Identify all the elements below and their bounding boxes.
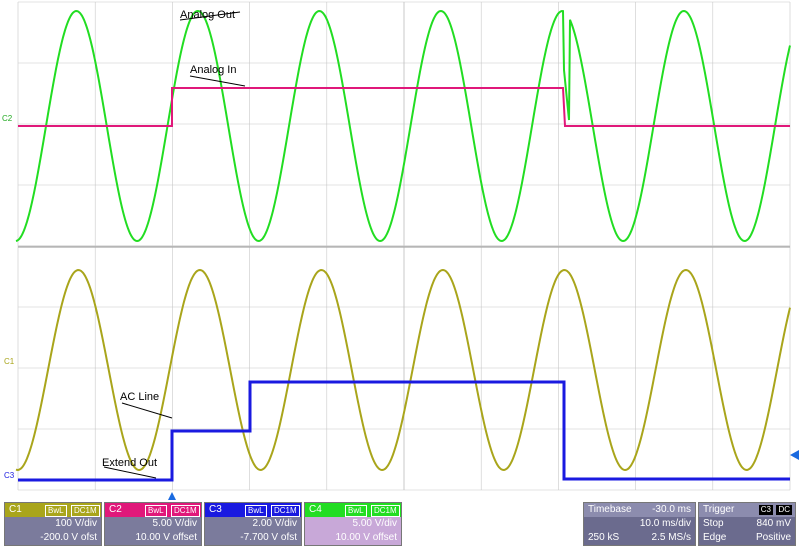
bandwidth-tag: BwL bbox=[45, 505, 67, 517]
marker-c2[interactable]: C2 bbox=[2, 114, 13, 123]
channel-offset: 10.00 V offset bbox=[335, 532, 397, 543]
timebase-panel[interactable]: Timebase -30.0 ms 10.0 ms/div 250 kS 2.5… bbox=[583, 502, 696, 546]
marker-c1[interactable]: C1 bbox=[4, 357, 15, 366]
channel-header: C1 BwL DC1M bbox=[5, 503, 101, 517]
channel-offset: 10.00 V offset bbox=[135, 532, 197, 543]
marker-c3[interactable]: C3 bbox=[4, 471, 15, 480]
coupling-tag: DC1M bbox=[71, 505, 100, 517]
trigger-level: 840 mV bbox=[756, 518, 791, 529]
label-analog-in: Analog In bbox=[190, 64, 236, 76]
oscilloscope-display: Analog Out Analog In AC Line Extend Out … bbox=[2, 1, 799, 500]
trigger-label: Trigger bbox=[703, 504, 735, 515]
trigger-slope: Positive bbox=[755, 532, 791, 543]
timebase-div: 10.0 ms/div bbox=[639, 518, 691, 529]
channel-scale: 5.00 V/div bbox=[352, 518, 397, 529]
trace-c1 bbox=[15, 268, 791, 472]
channel-panel-c2[interactable]: C2 BwL DC1M 5.00 V/div 10.00 V offset bbox=[104, 502, 202, 546]
channel-id: C3 bbox=[209, 504, 222, 515]
channel-header: C2 BwL DC1M bbox=[105, 503, 201, 517]
channel-scale: 100 V/div bbox=[55, 518, 97, 529]
timebase-delay: -30.0 ms bbox=[652, 504, 691, 515]
channel-panel-c3[interactable]: C3 BwL DC1M 2.00 V/div -7.700 V ofst bbox=[204, 502, 302, 546]
channel-offset: -7.700 V ofst bbox=[240, 532, 297, 543]
leader-analog-in bbox=[189, 75, 246, 87]
channel-panel-c1[interactable]: C1 BwL DC1M 100 V/div -200.0 V ofst bbox=[4, 502, 102, 546]
trigger-coupling: DC bbox=[776, 505, 792, 515]
label-ac-line: AC Line bbox=[120, 391, 159, 403]
channel-id: C4 bbox=[309, 504, 322, 515]
channel-header: C4 BwL DC1M bbox=[305, 503, 401, 517]
timebase-label: Timebase bbox=[588, 504, 632, 515]
bandwidth-tag: BwL bbox=[345, 505, 367, 517]
label-extend-out: Extend Out bbox=[102, 457, 157, 469]
bandwidth-tag: BwL bbox=[145, 505, 167, 517]
trigger-source: C3 bbox=[758, 505, 773, 515]
channel-offset: -200.0 V ofst bbox=[40, 532, 97, 543]
timebase-samples: 250 kS bbox=[588, 532, 620, 543]
channel-id: C1 bbox=[9, 504, 22, 515]
bandwidth-tag: BwL bbox=[245, 505, 267, 517]
channel-scale: 5.00 V/div bbox=[152, 518, 197, 529]
channel-id: C2 bbox=[109, 504, 122, 515]
trigger-pos-arrow[interactable] bbox=[168, 492, 176, 500]
coupling-tag: DC1M bbox=[371, 505, 400, 517]
trigger-type: Edge bbox=[703, 532, 727, 543]
channel-scale: 2.00 V/div bbox=[252, 518, 297, 529]
channel-panel-c4[interactable]: C4 BwL DC1M 5.00 V/div 10.00 V offset bbox=[304, 502, 402, 546]
coupling-tag: DC1M bbox=[271, 505, 300, 517]
trigger-panel[interactable]: Trigger C3 DC Stop 840 mV Edge Positive bbox=[698, 502, 796, 546]
channel-header: C3 BwL DC1M bbox=[205, 503, 301, 517]
trigger-level-arrow[interactable] bbox=[790, 450, 799, 460]
timebase-rate: 2.5 MS/s bbox=[651, 532, 691, 543]
coupling-tag: DC1M bbox=[171, 505, 200, 517]
trigger-mode: Stop bbox=[703, 518, 724, 529]
label-analog-out: Analog Out bbox=[180, 9, 235, 21]
leader-ac-line bbox=[121, 402, 173, 419]
